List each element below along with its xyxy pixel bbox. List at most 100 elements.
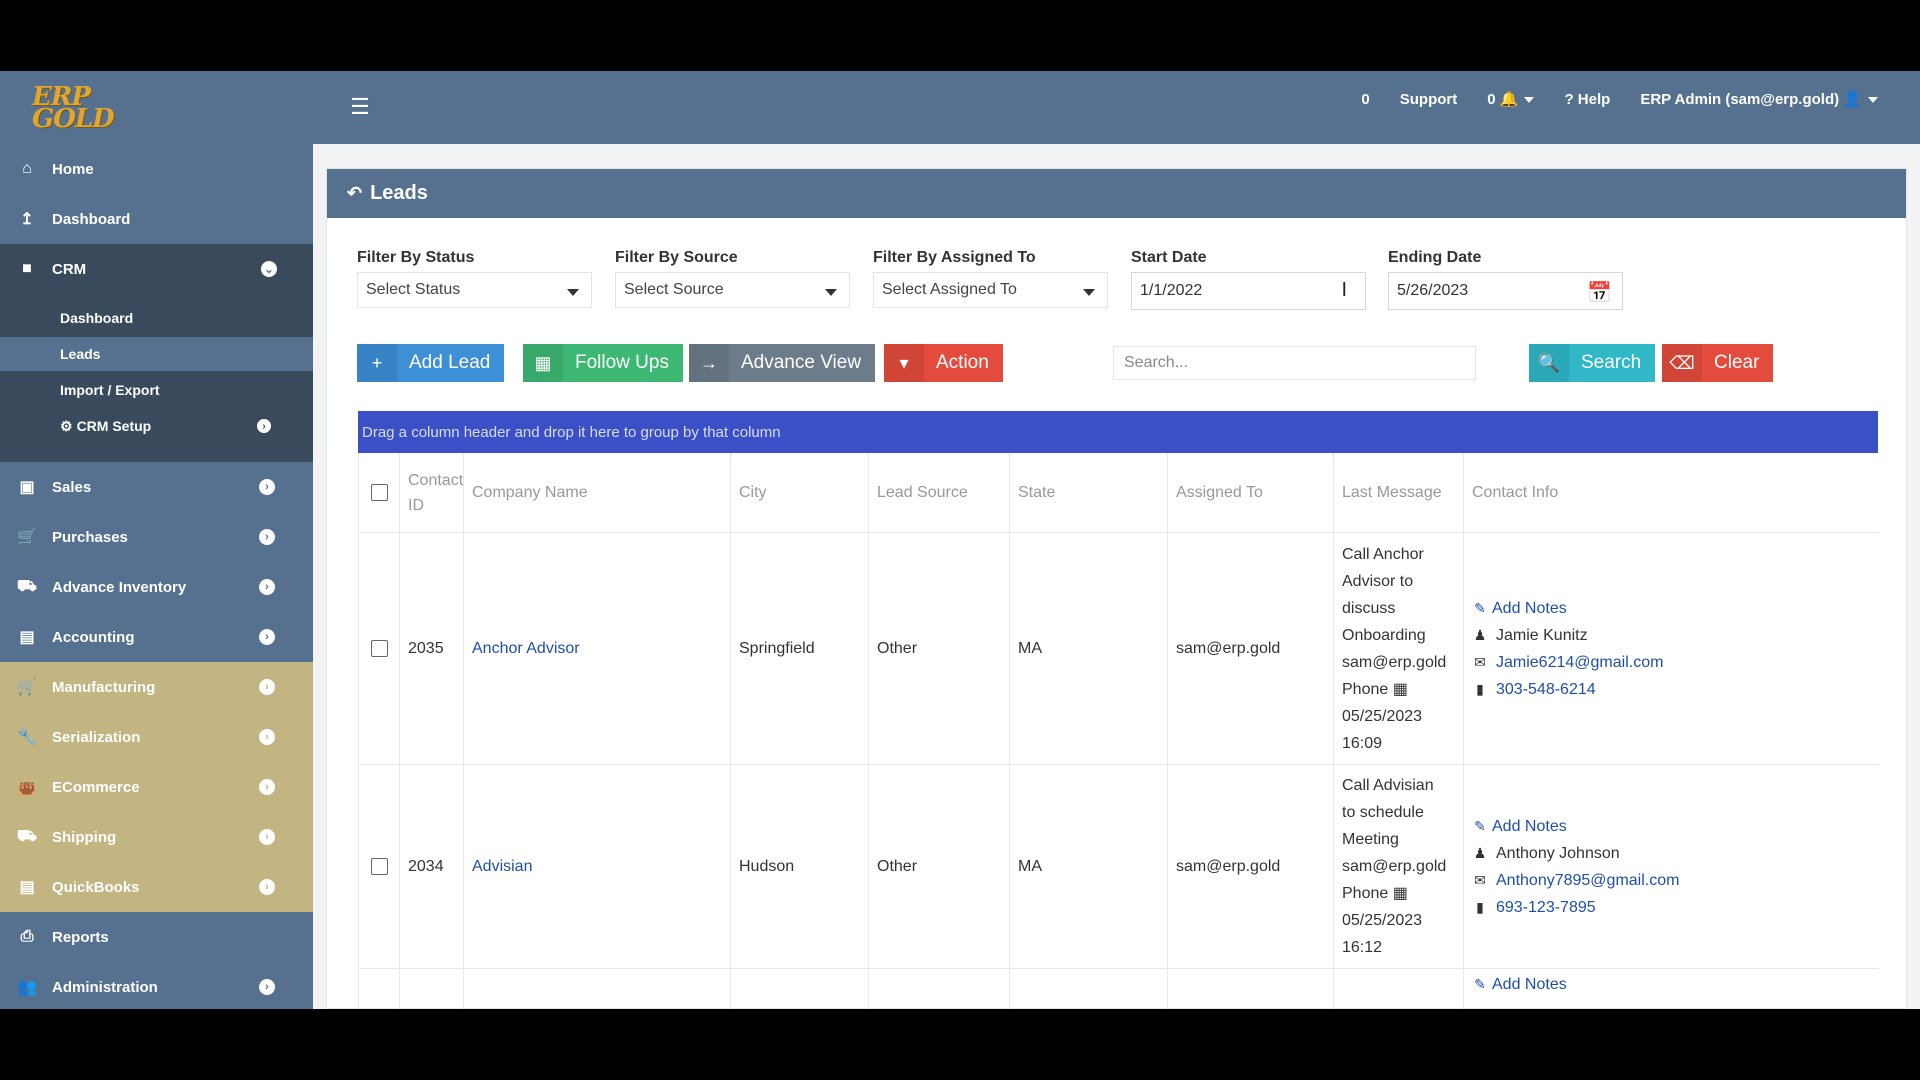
message-line: Call Anchor	[1342, 545, 1424, 563]
phone-link[interactable]: 303-548-6214	[1496, 676, 1596, 703]
message-line: Meeting	[1342, 831, 1399, 848]
sidebar-item-dashboard[interactable]: ↥ Dashboard	[0, 194, 313, 244]
user-label: ERP Admin (sam@erp.gold)	[1640, 91, 1840, 108]
assigned-select-value: Select Assigned To	[882, 281, 1017, 298]
row-checkbox[interactable]	[370, 640, 388, 657]
company-link[interactable]: Anchor Advisor	[472, 640, 580, 658]
search-input[interactable]: Search...	[1113, 346, 1476, 380]
search-button[interactable]: 🔍 Search	[1529, 344, 1656, 382]
advance-view-button[interactable]: → Advance View	[689, 344, 876, 382]
row-select-cell	[359, 969, 400, 1009]
assigned-select[interactable]: Select Assigned To	[873, 272, 1108, 308]
select-all-checkbox[interactable]	[370, 484, 388, 501]
assigned-to-cell	[1168, 969, 1334, 1009]
erp-gold-logo[interactable]: ERP GOLD	[32, 84, 115, 132]
add-notes-link[interactable]: ✎ Add Notes	[1472, 813, 1567, 840]
source-select[interactable]: Select Source	[615, 272, 850, 308]
assigned-filter-label: Filter By Assigned To	[873, 249, 1036, 266]
caret-down-icon: ▾	[884, 344, 924, 382]
calendar-icon[interactable]: 📅	[1587, 280, 1612, 305]
sidebar-item-label: Serialization	[52, 728, 141, 746]
support-link[interactable]: Support	[1400, 91, 1458, 108]
end-date-input[interactable]: 5/26/2023 📅	[1388, 272, 1623, 310]
sidebar-item-shipping[interactable]: ⛟ Shipping ›	[0, 812, 313, 862]
sidebar-sub-leads[interactable]: Leads	[0, 337, 313, 371]
hamburger-icon[interactable]: ☰	[325, 79, 395, 135]
back-icon[interactable]: ↶	[347, 183, 362, 204]
start-date-input[interactable]: 1/1/2022 I	[1131, 272, 1366, 310]
message-line: Onboarding	[1342, 626, 1426, 644]
col-contact-info[interactable]: Contact Info	[1464, 453, 1879, 532]
sidebar-item-label: Purchases	[52, 528, 128, 546]
truck-icon: ⛟	[16, 828, 38, 845]
action-button[interactable]: ▾ Action	[884, 344, 1003, 382]
col-last-message[interactable]: Last Message	[1334, 453, 1464, 532]
follow-ups-button[interactable]: ▦ Follow Ups	[523, 344, 683, 382]
sidebar-sub-crm-setup[interactable]: ⚙ CRM Setup ›	[0, 409, 313, 443]
sidebar-item-purchases[interactable]: 🛒 Purchases ›	[0, 512, 313, 562]
help-link[interactable]: ? Help	[1564, 91, 1610, 108]
clear-button[interactable]: ⌫ Clear	[1662, 344, 1774, 382]
sidebar-item-advance-inventory[interactable]: ⛟ Advance Inventory ›	[0, 562, 313, 612]
email-link[interactable]: Anthony7895@gmail.com	[1496, 867, 1679, 894]
city-cell: Hudson	[731, 765, 869, 968]
status-select[interactable]: Select Status	[357, 272, 592, 308]
gear-icon: ⚙	[60, 417, 73, 434]
sidebar-item-accounting[interactable]: ▤ Accounting ›	[0, 612, 313, 662]
add-notes-link[interactable]: ✎ Add Notes	[1472, 971, 1567, 998]
notif-count: 0	[1487, 91, 1496, 108]
city-cell: Springfield	[731, 533, 869, 764]
sidebar-item-label: Administration	[52, 978, 158, 996]
notifications-menu[interactable]: 0 🔔	[1487, 90, 1535, 108]
sidebar-item-quickbooks[interactable]: ▤ QuickBooks ›	[0, 862, 313, 912]
col-lead-source[interactable]: Lead Source	[869, 453, 1010, 532]
cart-icon: 🛒	[17, 529, 37, 546]
add-lead-button[interactable]: + Add Lead	[357, 344, 505, 382]
contact-phone-line: ▮ 303-548-6214	[1472, 676, 1596, 703]
sidebar-item-administration[interactable]: 👥 Administration ›	[0, 962, 313, 1009]
col-city[interactable]: City	[731, 453, 869, 532]
col-company-name[interactable]: Company Name	[464, 453, 731, 532]
add-notes-label: Add Notes	[1492, 599, 1567, 617]
sidebar-item-crm[interactable]: ■ CRM ⌄	[0, 244, 313, 294]
sidebar-item-reports[interactable]: ⎙ Reports	[0, 912, 313, 962]
sidebar-item-home[interactable]: ⌂ Home	[0, 144, 313, 194]
chevron-right-icon: ›	[259, 879, 275, 895]
crm-submenu: Dashboard Leads Import / Export ⚙ CRM Set…	[0, 294, 313, 462]
phone-link[interactable]: 693-123-7895	[1496, 894, 1596, 921]
table-header: Contact ID Company Name City Lead Source…	[359, 453, 1879, 533]
contact-id-cell: 2034	[400, 765, 464, 968]
column-header: Company Name	[472, 484, 588, 501]
col-contact-id[interactable]: Contact ID	[400, 453, 464, 532]
sidebar-item-ecommerce[interactable]: 👜 ECommerce ›	[0, 762, 313, 812]
col-state[interactable]: State	[1010, 453, 1168, 532]
source-select-value: Select Source	[624, 281, 724, 298]
top-count[interactable]: 0	[1361, 91, 1369, 108]
company-link[interactable]: Advisian	[472, 858, 532, 876]
message-line: sam@erp.gold	[1342, 653, 1447, 671]
home-icon: ⌂	[22, 160, 32, 177]
advance-view-label: Advance View	[741, 352, 862, 373]
add-notes-link[interactable]: ✎ Add Notes	[1472, 595, 1567, 622]
sidebar-item-sales[interactable]: ▣ Sales ›	[0, 462, 313, 512]
user-menu[interactable]: ERP Admin (sam@erp.gold) 👤	[1640, 90, 1878, 108]
sidebar-item-manufacturing[interactable]: 🛒 Manufacturing ›	[0, 662, 313, 712]
action-label: Action	[936, 352, 989, 373]
chevron-right-icon: ›	[257, 419, 271, 433]
chart-icon: ↥	[20, 211, 34, 228]
sidebar-sub-import-export[interactable]: Import / Export	[0, 373, 313, 407]
email-link[interactable]: Jamie6214@gmail.com	[1496, 649, 1663, 676]
sidebar-item-label: Accounting	[52, 628, 135, 646]
group-by-bar[interactable]: Drag a column header and drop it here to…	[358, 411, 1878, 453]
calendar-icon: ▦	[1392, 680, 1408, 698]
contact-email-line: ✉ Jamie6214@gmail.com	[1472, 649, 1663, 676]
sidebar-item-label: Dashboard	[52, 210, 131, 228]
sidebar-sub-dashboard[interactable]: Dashboard	[0, 301, 313, 335]
last-message-cell	[1334, 969, 1464, 1009]
search-placeholder: Search...	[1124, 354, 1189, 371]
message-line: 05/25/2023	[1342, 912, 1423, 929]
row-checkbox[interactable]	[370, 858, 388, 875]
sidebar-item-serialization[interactable]: 🔧 Serialization ›	[0, 712, 313, 762]
lead-source-cell: Other	[869, 765, 1010, 968]
col-assigned-to[interactable]: Assigned To	[1168, 453, 1334, 532]
